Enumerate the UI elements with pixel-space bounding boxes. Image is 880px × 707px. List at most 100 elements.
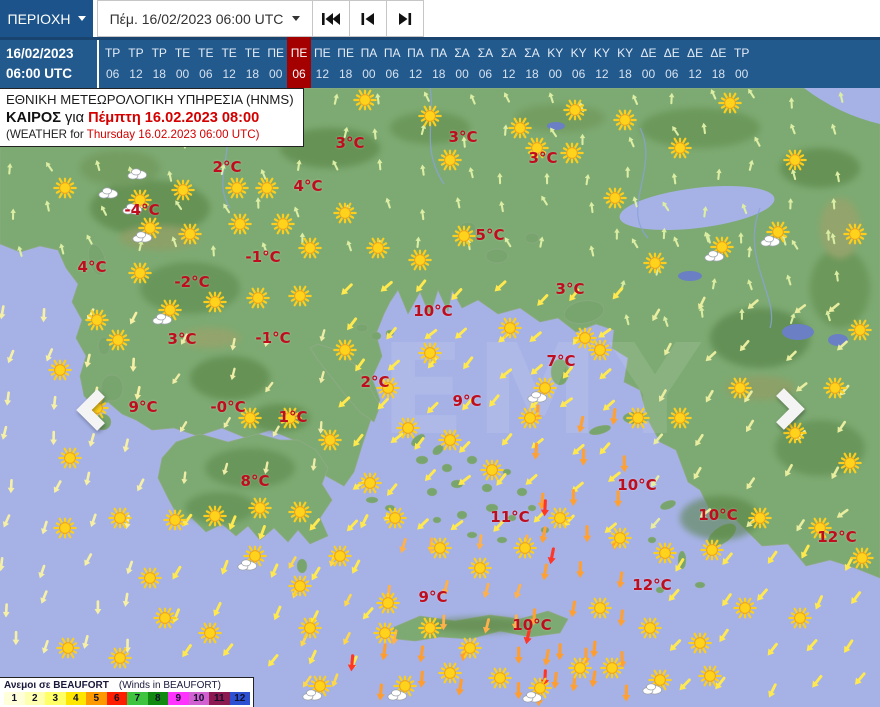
timebar-cell[interactable]: ΔΕ 06 <box>660 40 683 88</box>
wind-arrow-icon <box>738 232 744 244</box>
next-map-chevron[interactable] <box>772 387 806 436</box>
temperature-label: 12°C <box>817 528 857 546</box>
timebar-cell[interactable]: ΠΑ 12 <box>404 40 427 88</box>
timebar-cell[interactable]: ΣΑ 18 <box>520 40 543 88</box>
wind-arrow-icon <box>672 126 679 136</box>
wind-arrow-icon <box>598 327 612 338</box>
datetime-dropdown-label: Πέμ. 16/02/2023 06:00 UTC <box>109 10 284 27</box>
sun-icon <box>488 667 512 689</box>
wind-arrow-icon <box>555 643 564 661</box>
timebar-cell[interactable]: ΤΡ 12 <box>124 40 147 88</box>
wind-arrow-icon <box>0 305 6 320</box>
wind-arrow-icon <box>426 401 439 414</box>
timebar-cell[interactable]: ΣΑ 06 <box>474 40 497 88</box>
map-title-box: ΕΘΝΙΚΗ ΜΕΤΕΩΡΟΛΟΓΙΚΗ ΥΠΗΡΕΣΙΑ (HNMS) ΚΑΙ… <box>0 88 304 148</box>
wind-arrow-icon <box>652 308 661 322</box>
timebar-cell[interactable]: ΚΥ 00 <box>544 40 567 88</box>
timebar-cell[interactable]: ΤΕ 06 <box>194 40 217 88</box>
timebar-cell[interactable]: ΚΥ 18 <box>614 40 637 88</box>
timebar-cell[interactable]: ΠΑ 06 <box>381 40 404 88</box>
prev-map-chevron[interactable] <box>75 388 109 437</box>
wind-arrow-icon <box>293 206 300 218</box>
toolbar: ΠΕΡΙΟΧΗ Πέμ. 16/02/2023 06:00 UTC <box>0 0 880 37</box>
step-forward-icon <box>399 12 412 25</box>
wind-arrow-icon <box>569 488 578 507</box>
timebar-cell[interactable]: ΔΕ 00 <box>637 40 660 88</box>
timebar-cell[interactable]: ΤΕ 18 <box>241 40 264 88</box>
wind-arrow-icon <box>469 93 476 105</box>
local-datetime: Πέμπτη 16.02.2023 08:00 <box>88 109 260 126</box>
wind-arrow-icon <box>838 91 844 103</box>
step-back-button[interactable] <box>349 0 387 37</box>
wind-arrow-icon <box>44 200 51 212</box>
utc-datetime: Thursday 16.02.2023 06:00 UTC) <box>86 127 260 141</box>
timebar-cell[interactable]: ΔΕ 18 <box>707 40 730 88</box>
map-subtitle-en: (WEATHER for Thursday 16.02.2023 06:00 U… <box>6 127 260 141</box>
sun-icon <box>783 149 807 171</box>
wind-arrow-icon <box>317 420 324 434</box>
sun-icon <box>698 665 722 687</box>
wind-arrow-icon <box>746 477 756 490</box>
wind-arrow-icon <box>182 644 192 658</box>
beaufort-scale-cell: 4 <box>65 692 86 705</box>
timebar-cell[interactable]: ΤΕ 00 <box>171 40 194 88</box>
sun-icon <box>366 237 390 259</box>
wind-arrow-icon <box>701 122 707 135</box>
temperature-label: 10°C <box>413 302 453 320</box>
wind-arrow-icon <box>122 438 130 453</box>
sun-icon <box>333 339 357 361</box>
wind-arrow-icon <box>695 433 704 447</box>
timebar-cell[interactable]: ΚΥ 12 <box>590 40 613 88</box>
timebar-cell[interactable]: ΣΑ 00 <box>450 40 473 88</box>
wind-arrow-icon <box>710 89 717 100</box>
timebar-cell[interactable]: ΔΕ 12 <box>683 40 706 88</box>
wind-arrow-icon <box>747 279 753 291</box>
timebar-cell[interactable]: ΤΡ 18 <box>148 40 171 88</box>
wind-arrow-icon <box>181 471 188 485</box>
timebar-cell-active[interactable]: ΠΕ 06 <box>287 37 311 88</box>
temperature-label: 12°C <box>632 576 672 594</box>
wind-arrow-icon <box>579 133 586 146</box>
skip-to-first-button[interactable] <box>312 0 350 37</box>
wind-arrow-icon <box>40 590 48 604</box>
timebar-cell[interactable]: ΤΡ 00 <box>730 40 753 88</box>
wind-arrow-icon <box>796 519 805 532</box>
datetime-dropdown-button[interactable]: Πέμ. 16/02/2023 06:00 UTC <box>97 0 313 37</box>
temperature-label: 4°C <box>293 177 323 195</box>
sun-icon <box>643 252 667 274</box>
wind-arrow-icon <box>0 557 5 572</box>
timebar-cell[interactable]: ΤΕ 12 <box>217 40 240 88</box>
wind-arrow-icon <box>836 508 849 518</box>
timebar-cell[interactable]: ΠΑ 00 <box>357 40 380 88</box>
wind-arrow-icon <box>360 514 369 529</box>
weather-label-gr: ΚΑΙΡΟΣ <box>6 109 61 126</box>
wind-arrow-icon <box>210 245 217 257</box>
timebar-cell[interactable]: ΚΥ 06 <box>567 40 590 88</box>
wind-arrow-icon <box>375 93 381 105</box>
wind-arrow-icon <box>0 425 8 440</box>
wind-arrow-icon <box>551 671 560 689</box>
wind-arrow-icon <box>17 245 23 257</box>
sun-icon <box>333 202 357 224</box>
wind-arrow-icon <box>851 591 862 605</box>
timebar-cell[interactable]: ΤΡ 06 <box>101 40 124 88</box>
wind-arrow-icon <box>268 654 279 667</box>
wind-arrow-icon <box>100 205 108 216</box>
sun-icon <box>383 507 407 529</box>
sun-icon <box>848 319 872 341</box>
timebar-cell[interactable]: ΠΕ 18 <box>334 40 357 88</box>
timebar-cell[interactable]: ΠΕ 12 <box>311 40 334 88</box>
region-dropdown-button[interactable]: ΠΕΡΙΟΧΗ <box>0 0 93 37</box>
timebar-cell[interactable]: ΠΕ 00 <box>264 40 287 88</box>
wind-arrow-icon <box>668 92 675 105</box>
step-forward-button[interactable] <box>386 0 424 37</box>
wind-arrow-icon <box>767 642 778 656</box>
map-subtitle: ΚΑΙΡΟΣ για Πέμπτη 16.02.2023 08:00 <box>6 109 260 126</box>
timebar-cell[interactable]: ΣΑ 12 <box>497 40 520 88</box>
wind-arrow-icon <box>599 442 611 455</box>
timebar-cell[interactable]: ΠΑ 18 <box>427 40 450 88</box>
wind-arrow-icon <box>41 520 48 535</box>
beaufort-scale-cell: 12 <box>229 692 250 705</box>
sun-icon <box>688 632 712 654</box>
wind-arrow-icon <box>310 458 317 471</box>
